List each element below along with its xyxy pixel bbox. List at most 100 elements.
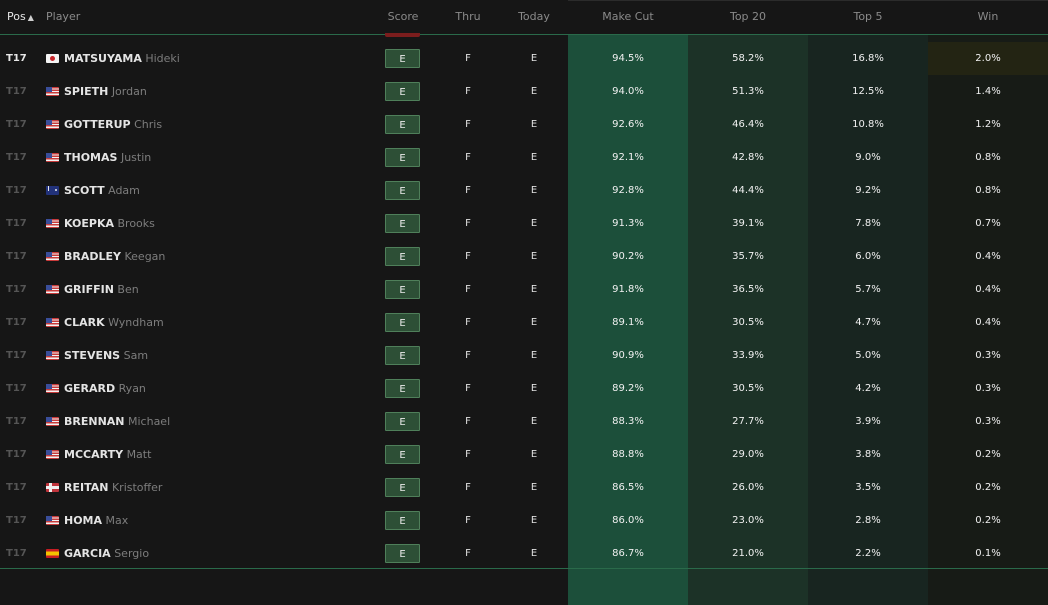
score-badge: E bbox=[385, 511, 420, 530]
table-row[interactable]: T17 SPIETH Jordan E F E 94.0% 51.3% 12.5… bbox=[0, 75, 1048, 108]
top20-cell: 39.1% bbox=[732, 218, 764, 229]
table-row[interactable]: T17 CLARK Wyndham E F E 89.1% 30.5% 4.7%… bbox=[0, 306, 1048, 339]
table-row[interactable]: T17 HOMA Max E F E 86.0% 23.0% 2.8% 0.2% bbox=[0, 504, 1048, 537]
win-cell: 0.4% bbox=[975, 251, 1001, 262]
table-row[interactable]: T17 GRIFFIN Ben E F E 91.8% 36.5% 5.7% 0… bbox=[0, 273, 1048, 306]
top20-cell: 33.9% bbox=[732, 350, 764, 361]
position-cell: T17 bbox=[6, 515, 27, 526]
table-row[interactable]: T17 BRADLEY Keegan E F E 90.2% 35.7% 6.0… bbox=[0, 240, 1048, 273]
player-cell[interactable]: SCOTT Adam bbox=[46, 174, 140, 207]
table-row[interactable]: T17 THOMAS Justin E F E 92.1% 42.8% 9.0%… bbox=[0, 141, 1048, 174]
position-cell: T17 bbox=[6, 218, 27, 229]
player-cell[interactable]: GARCIA Sergio bbox=[46, 537, 149, 570]
table-row[interactable]: T17 MATSUYAMA Hideki E F E 94.5% 58.2% 1… bbox=[0, 42, 1048, 75]
win-cell: 0.3% bbox=[975, 383, 1001, 394]
player-first-name: Justin bbox=[120, 151, 152, 164]
player-last-name: MCCARTY bbox=[64, 448, 124, 461]
win-cell: 0.3% bbox=[975, 350, 1001, 361]
score-badge: E bbox=[385, 379, 420, 398]
table-row[interactable]: T17 KOEPKA Brooks E F E 91.3% 39.1% 7.8%… bbox=[0, 207, 1048, 240]
player-cell[interactable]: MATSUYAMA Hideki bbox=[46, 42, 180, 75]
player-cell[interactable]: BRENNAN Michael bbox=[46, 405, 170, 438]
position-cell: T17 bbox=[6, 251, 27, 262]
top5-cell: 4.2% bbox=[855, 383, 881, 394]
thru-cell: F bbox=[465, 449, 471, 460]
today-cell: E bbox=[530, 185, 538, 196]
player-cell[interactable]: REITAN Kristoffer bbox=[46, 471, 162, 504]
table-bottom-border bbox=[0, 568, 1048, 569]
win-cell: 0.2% bbox=[975, 449, 1001, 460]
pos-sort-header[interactable]: Pos ▲ bbox=[7, 0, 34, 34]
position-cell: T17 bbox=[6, 482, 27, 493]
player-cell[interactable]: THOMAS Justin bbox=[46, 141, 151, 174]
table-row[interactable]: T17 BRENNAN Michael E F E 88.3% 27.7% 3.… bbox=[0, 405, 1048, 438]
player-cell[interactable]: GOTTERUP Chris bbox=[46, 108, 162, 141]
player-cell[interactable]: BRADLEY Keegan bbox=[46, 240, 165, 273]
player-cell[interactable]: HOMA Max bbox=[46, 504, 128, 537]
au-flag-icon bbox=[46, 185, 59, 195]
top20-cell: 35.7% bbox=[732, 251, 764, 262]
jp-flag-icon bbox=[46, 53, 59, 63]
player-last-name: GERARD bbox=[64, 382, 116, 395]
thru-header[interactable]: Thru bbox=[443, 0, 493, 34]
top20-header[interactable]: Top 20 bbox=[688, 0, 808, 34]
player-first-name: Jordan bbox=[111, 85, 147, 98]
table-row[interactable]: T17 REITAN Kristoffer E F E 86.5% 26.0% … bbox=[0, 471, 1048, 504]
player-last-name: THOMAS bbox=[64, 151, 118, 164]
position-cell: T17 bbox=[6, 416, 27, 427]
make-cut-cell: 90.9% bbox=[612, 350, 644, 361]
player-cell[interactable]: SPIETH Jordan bbox=[46, 75, 147, 108]
top20-cell: 27.7% bbox=[732, 416, 764, 427]
today-cell: E bbox=[530, 317, 538, 328]
score-header[interactable]: Score bbox=[378, 0, 428, 34]
player-last-name: GOTTERUP bbox=[64, 118, 131, 131]
table-row[interactable]: T17 GOTTERUP Chris E F E 92.6% 46.4% 10.… bbox=[0, 108, 1048, 141]
win-cell: 1.2% bbox=[975, 119, 1001, 130]
win-cell: 2.0% bbox=[928, 42, 1048, 75]
player-cell[interactable]: GERARD Ryan bbox=[46, 372, 146, 405]
us-flag-icon bbox=[46, 416, 59, 426]
make-cut-header[interactable]: Make Cut bbox=[568, 0, 688, 34]
make-cut-cell: 91.3% bbox=[612, 218, 644, 229]
position-cell: T17 bbox=[6, 185, 27, 196]
make-cut-cell: 89.2% bbox=[612, 383, 644, 394]
us-flag-icon bbox=[46, 86, 59, 96]
position-cell: T17 bbox=[6, 152, 27, 163]
top5-header[interactable]: Top 5 bbox=[808, 0, 928, 34]
score-badge: E bbox=[385, 478, 420, 497]
player-first-name: Sergio bbox=[114, 547, 150, 560]
player-last-name: GRIFFIN bbox=[64, 283, 114, 296]
thru-cell: F bbox=[465, 482, 471, 493]
player-cell[interactable]: MCCARTY Matt bbox=[46, 438, 151, 471]
table-row[interactable]: T17 STEVENS Sam E F E 90.9% 33.9% 5.0% 0… bbox=[0, 339, 1048, 372]
us-flag-icon bbox=[46, 152, 59, 162]
top20-cell: 26.0% bbox=[732, 482, 764, 493]
player-last-name: STEVENS bbox=[64, 349, 121, 362]
player-last-name: KOEPKA bbox=[64, 217, 114, 230]
thru-cell: F bbox=[465, 251, 471, 262]
player-cell[interactable]: STEVENS Sam bbox=[46, 339, 148, 372]
score-badge: E bbox=[385, 280, 420, 299]
top20-cell: 36.5% bbox=[732, 284, 764, 295]
today-cell: E bbox=[530, 251, 538, 262]
today-cell: E bbox=[530, 86, 538, 97]
score-badge: E bbox=[385, 247, 420, 266]
score-badge: E bbox=[385, 412, 420, 431]
table-row[interactable]: T17 GARCIA Sergio E F E 86.7% 21.0% 2.2%… bbox=[0, 537, 1048, 570]
position-cell: T17 bbox=[6, 383, 27, 394]
player-first-name: Ben bbox=[117, 283, 139, 296]
us-flag-icon bbox=[46, 383, 59, 393]
table-row[interactable]: T17 GERARD Ryan E F E 89.2% 30.5% 4.2% 0… bbox=[0, 372, 1048, 405]
player-last-name: SPIETH bbox=[64, 85, 109, 98]
player-cell[interactable]: GRIFFIN Ben bbox=[46, 273, 139, 306]
player-cell[interactable]: KOEPKA Brooks bbox=[46, 207, 155, 240]
player-cell[interactable]: CLARK Wyndham bbox=[46, 306, 164, 339]
position-cell: T17 bbox=[6, 53, 27, 64]
position-cell: T17 bbox=[6, 86, 27, 97]
win-header[interactable]: Win bbox=[928, 0, 1048, 34]
player-header[interactable]: Player bbox=[46, 0, 80, 34]
us-flag-icon bbox=[46, 515, 59, 525]
table-row[interactable]: T17 MCCARTY Matt E F E 88.8% 29.0% 3.8% … bbox=[0, 438, 1048, 471]
today-header[interactable]: Today bbox=[509, 0, 559, 34]
table-row[interactable]: T17 SCOTT Adam E F E 92.8% 44.4% 9.2% 0.… bbox=[0, 174, 1048, 207]
